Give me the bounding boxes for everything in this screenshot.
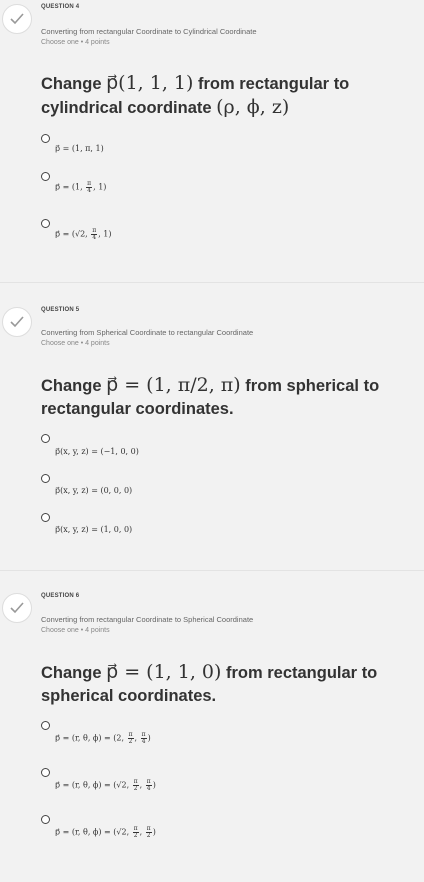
prompt-math: p⃗ = (1, π/2, π) (106, 374, 241, 396)
option-radio[interactable] (41, 721, 50, 730)
question-number: QUESTION 4 (41, 4, 80, 10)
option-label[interactable]: p⃗ = (r, θ, ϕ) = (√2, π2, π 4) (55, 779, 156, 792)
option-label[interactable]: p⃗ = (1, π, 1) (55, 144, 104, 153)
option-label[interactable]: p⃗(x, y, z) = (1, 0, 0) (55, 525, 132, 534)
option-radio[interactable] (41, 513, 50, 522)
check-icon (10, 602, 24, 614)
question-number: QUESTION 6 (41, 593, 80, 599)
answered-check-badge (2, 4, 32, 34)
option-label[interactable]: p⃗ = (√2, π4, 1) (55, 228, 112, 241)
option-radio[interactable] (41, 474, 50, 483)
option-label[interactable]: p⃗ = (r, θ, ϕ) = (√2, π2, π 2) (55, 826, 156, 839)
question-subtitle: Converting from rectangular Coordinate t… (41, 27, 257, 36)
option-label[interactable]: p⃗(x, y, z) = (−1, 0, 0) (55, 447, 139, 456)
option-radio[interactable] (41, 768, 50, 777)
option-radio[interactable] (41, 434, 50, 443)
prompt-math: p⃗ = (1, 1, 0) (106, 661, 222, 683)
question-prompt: Change p⃗(1, 1, 1) from rectangular to c… (41, 72, 350, 118)
question-meta: Choose one • 4 points (41, 627, 110, 634)
question-meta: Choose one • 4 points (41, 39, 110, 46)
question-subtitle: Converting from Spherical Coordinate to … (41, 328, 254, 337)
question-number: QUESTION 5 (41, 307, 80, 313)
option-radio[interactable] (41, 172, 50, 181)
divider (0, 570, 424, 571)
answered-check-badge (2, 307, 32, 337)
option-radio[interactable] (41, 815, 50, 824)
check-icon (10, 13, 24, 25)
option-radio[interactable] (41, 219, 50, 228)
option-label[interactable]: p⃗ = (1, π4, 1) (55, 181, 106, 194)
answered-check-badge (2, 593, 32, 623)
prompt-math: p⃗(1, 1, 1) (106, 72, 194, 94)
check-icon (10, 316, 24, 328)
option-label[interactable]: p⃗ = (r, θ, ϕ) = (2, π2, π 4) (55, 732, 151, 745)
option-label[interactable]: p⃗(x, y, z) = (0, 0, 0) (55, 486, 132, 495)
question-meta: Choose one • 4 points (41, 340, 110, 347)
prompt-math: (ρ, ϕ, z) (216, 96, 290, 118)
option-radio[interactable] (41, 134, 50, 143)
question-prompt: Change p⃗ = (1, 1, 0) from rectangular t… (41, 661, 378, 705)
divider (0, 282, 424, 283)
question-subtitle: Converting from rectangular Coordinate t… (41, 615, 254, 624)
question-prompt: Change p⃗ = (1, π/2, π) from spherical t… (41, 374, 380, 418)
